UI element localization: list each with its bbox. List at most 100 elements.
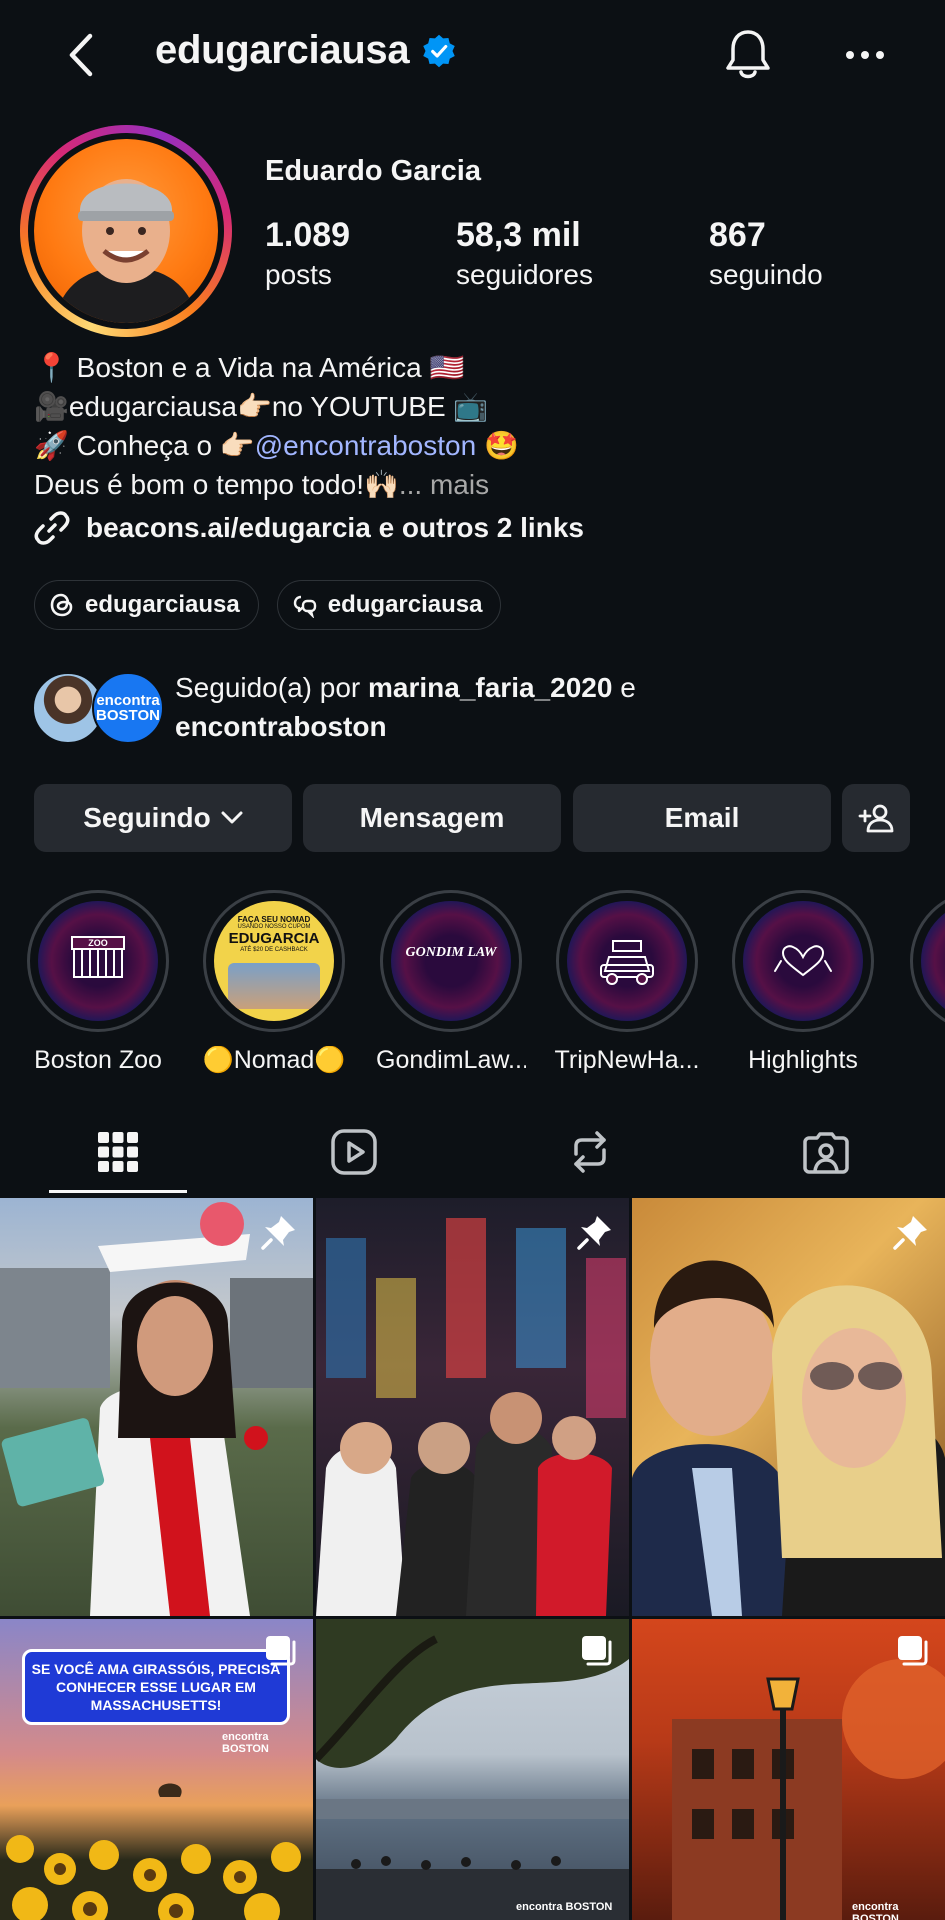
chevron-down-icon bbox=[221, 811, 243, 824]
pin-icon bbox=[261, 1216, 295, 1250]
message-button[interactable]: Mensagem bbox=[303, 784, 561, 852]
pin-icon bbox=[577, 1216, 611, 1250]
followed-connector: e bbox=[612, 672, 636, 703]
avatar-logo-text: encontra BOSTON bbox=[96, 692, 160, 724]
tab-grid[interactable] bbox=[0, 1110, 236, 1194]
car-icon bbox=[600, 940, 654, 985]
stat-followers[interactable]: 58,3 mil seguidores bbox=[456, 215, 593, 295]
following-label: Seguindo bbox=[83, 802, 211, 833]
threads-chip[interactable]: edugarciausa bbox=[34, 580, 259, 630]
stat-following[interactable]: 867 seguindo bbox=[709, 215, 823, 295]
more-options-button[interactable] bbox=[840, 40, 890, 70]
highlight-nomad[interactable]: FAÇA SEU NOMAD USANDO NOSSO CUPOM EDUGAR… bbox=[199, 890, 349, 1075]
bio-line: 📍 Boston e a Vida na América 🇺🇸 bbox=[34, 352, 465, 383]
username: edugarciausa bbox=[155, 28, 410, 72]
bell-icon bbox=[726, 30, 770, 79]
message-label: Mensagem bbox=[359, 802, 505, 833]
profile-avatar[interactable] bbox=[20, 125, 232, 337]
chevron-left-icon bbox=[69, 33, 93, 77]
highlight-cover bbox=[567, 901, 687, 1021]
add-user-button[interactable] bbox=[842, 784, 910, 852]
more-horizontal-icon bbox=[846, 51, 884, 59]
stat-posts[interactable]: 1.089 posts bbox=[265, 215, 350, 295]
avatar-gap bbox=[28, 133, 224, 329]
chip-label: edugarciausa bbox=[327, 591, 483, 618]
follower-username[interactable]: marina_faria_2020 bbox=[368, 672, 612, 703]
grid-post[interactable] bbox=[632, 1198, 945, 1616]
svg-text:ZOO: ZOO bbox=[88, 938, 108, 948]
bio-more-link[interactable]: ... mais bbox=[399, 469, 489, 500]
highlight-gondim-law[interactable]: GONDIM LAW GondimLaw... bbox=[376, 890, 526, 1075]
grid-post[interactable] bbox=[316, 1198, 629, 1616]
bio-text: 🚀 Conheça o 👉🏻 bbox=[34, 430, 255, 461]
highlight-cover bbox=[743, 901, 863, 1021]
email-button[interactable]: Email bbox=[573, 784, 831, 852]
gondim-logo-text: GONDIM LAW bbox=[405, 945, 497, 960]
repost-icon bbox=[574, 1131, 606, 1173]
post-image bbox=[316, 1218, 626, 1616]
grid-post[interactable]: SE VOCÊ AMA GIRASSÓIS, PRECISA CONHECER … bbox=[0, 1619, 313, 1920]
highlight-label: GondimLaw... bbox=[376, 1046, 526, 1074]
followed-by-avatars[interactable]: encontra BOSTON bbox=[32, 672, 164, 744]
highlight-label: 🟡Nomad🟡 bbox=[202, 1046, 346, 1074]
highlight-trip[interactable]: TripNewHa... bbox=[552, 890, 702, 1075]
follower-username[interactable]: encontraboston bbox=[175, 711, 387, 742]
highlight-label: Highlights bbox=[748, 1046, 858, 1074]
grid-post[interactable] bbox=[0, 1198, 313, 1616]
grid-post[interactable]: encontra BOSTON bbox=[316, 1619, 629, 1920]
nomad-text: EDUGARCIA bbox=[228, 930, 320, 947]
link-icon bbox=[34, 511, 70, 545]
chip-label: edugarciausa bbox=[85, 591, 240, 618]
top-bar bbox=[0, 0, 945, 110]
nomad-text: ATÉ $20 DE CASHBACK bbox=[240, 947, 308, 953]
highlight-cover: ZOO bbox=[38, 901, 158, 1021]
highlight-ring: GONDIM LAW bbox=[380, 890, 522, 1032]
posts-label: posts bbox=[265, 259, 332, 290]
followers-label: seguidores bbox=[456, 259, 593, 290]
pin-icon bbox=[893, 1216, 927, 1250]
nomad-text: FAÇA SEU NOMAD bbox=[237, 915, 311, 924]
profile-tabs bbox=[0, 1110, 945, 1196]
tab-reels[interactable] bbox=[236, 1110, 472, 1194]
profile-chips: edugarciausa edugarciausa bbox=[34, 580, 502, 630]
highlight-ring bbox=[556, 890, 698, 1032]
highlight-ring bbox=[910, 890, 945, 1030]
grid-post[interactable]: encontra BOSTON bbox=[632, 1619, 945, 1920]
back-button[interactable] bbox=[60, 28, 104, 82]
carousel-icon bbox=[582, 1636, 612, 1666]
followed-by-text[interactable]: Seguido(a) por marina_faria_2020 e encont… bbox=[175, 668, 895, 746]
post-watermark: encontra BOSTON bbox=[516, 1901, 613, 1913]
highlight-boston-zoo[interactable]: ZOO Boston Zoo bbox=[23, 890, 173, 1075]
add-person-icon bbox=[858, 804, 894, 833]
heart-hands-icon bbox=[774, 945, 832, 977]
bio-text: 🤩 bbox=[476, 430, 519, 461]
profile-username-title: edugarciausa bbox=[155, 28, 457, 73]
highlight-cover: FAÇA SEU NOMAD USANDO NOSSO CUPOM EDUGAR… bbox=[214, 901, 334, 1021]
tab-reposts[interactable] bbox=[472, 1110, 708, 1194]
following-button[interactable]: Seguindo bbox=[34, 784, 292, 852]
highlight-highlights[interactable]: Highlights bbox=[728, 890, 878, 1075]
verified-badge-icon bbox=[423, 34, 456, 67]
email-label: Email bbox=[664, 802, 740, 833]
avatar-portrait bbox=[54, 179, 198, 323]
highlight-ring: FAÇA SEU NOMAD USANDO NOSSO CUPOM EDUGAR… bbox=[203, 890, 345, 1032]
carousel-icon bbox=[898, 1636, 928, 1666]
highlight-label: Boston Zoo bbox=[34, 1046, 162, 1074]
highlight-ring bbox=[732, 890, 874, 1032]
tab-tagged[interactable] bbox=[708, 1110, 944, 1194]
notifications-button[interactable] bbox=[722, 26, 774, 82]
post-image bbox=[632, 1260, 945, 1616]
mention-link[interactable]: @encontraboston bbox=[255, 430, 476, 461]
thread-chat-chip[interactable]: edugarciausa bbox=[276, 580, 502, 630]
bio-line: 🚀 Conheça o 👉🏻@encontraboston 🤩 bbox=[34, 426, 914, 465]
external-links[interactable]: beacons.ai/edugarcia e outros 2 links bbox=[34, 510, 584, 546]
bio: 📍 Boston e a Vida na América 🇺🇸 🎥edugarc… bbox=[34, 348, 914, 504]
thread-chat-icon bbox=[293, 595, 316, 618]
posts-count: 1.089 bbox=[265, 216, 351, 254]
zoo-icon: ZOO bbox=[71, 936, 125, 978]
highlight-partial[interactable] bbox=[910, 890, 945, 1030]
active-tab-indicator bbox=[49, 1190, 187, 1193]
grid-icon bbox=[98, 1132, 138, 1172]
followers-count: 58,3 mil bbox=[456, 216, 581, 254]
bio-text: Deus é bom o tempo todo!🙌🏻 bbox=[34, 469, 399, 500]
